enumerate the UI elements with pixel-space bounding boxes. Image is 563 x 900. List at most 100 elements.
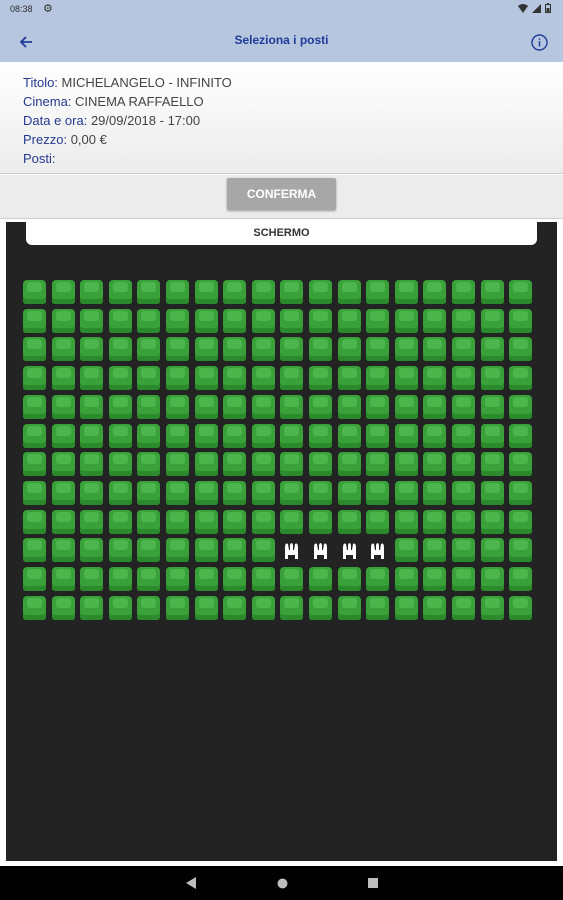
seat-available[interactable] <box>338 481 361 505</box>
seat-available[interactable] <box>223 337 246 361</box>
seat-available[interactable] <box>137 280 160 304</box>
seat-available[interactable] <box>80 510 103 534</box>
seat-available[interactable] <box>23 510 46 534</box>
seat-available[interactable] <box>423 481 446 505</box>
seat-available[interactable] <box>452 538 475 562</box>
confirm-button[interactable]: CONFERMA <box>227 178 336 210</box>
seat-available[interactable] <box>481 538 504 562</box>
seat-available[interactable] <box>252 337 275 361</box>
seat-available[interactable] <box>252 280 275 304</box>
seat-available[interactable] <box>280 452 303 476</box>
seat-available[interactable] <box>309 452 332 476</box>
seat-available[interactable] <box>109 424 132 448</box>
seat-available[interactable] <box>280 280 303 304</box>
seat-available[interactable] <box>395 337 418 361</box>
seat-available[interactable] <box>195 424 218 448</box>
seat-available[interactable] <box>481 280 504 304</box>
seat-available[interactable] <box>252 481 275 505</box>
seat-available[interactable] <box>23 481 46 505</box>
seat-available[interactable] <box>509 510 532 534</box>
nav-recents-button[interactable] <box>365 875 381 891</box>
seat-available[interactable] <box>452 424 475 448</box>
seat-available[interactable] <box>481 395 504 419</box>
seat-available[interactable] <box>195 567 218 591</box>
seat-available[interactable] <box>109 452 132 476</box>
seat-available[interactable] <box>166 280 189 304</box>
seat-available[interactable] <box>52 309 75 333</box>
seat-available[interactable] <box>309 567 332 591</box>
seat-available[interactable] <box>481 424 504 448</box>
seat-available[interactable] <box>509 337 532 361</box>
seat-available[interactable] <box>366 452 389 476</box>
seat-available[interactable] <box>52 510 75 534</box>
seat-available[interactable] <box>52 280 75 304</box>
seat-available[interactable] <box>309 481 332 505</box>
seat-available[interactable] <box>223 452 246 476</box>
seat-available[interactable] <box>137 309 160 333</box>
seat-available[interactable] <box>309 337 332 361</box>
seat-available[interactable] <box>395 280 418 304</box>
seat-available[interactable] <box>366 395 389 419</box>
seat-available[interactable] <box>223 510 246 534</box>
seat-available[interactable] <box>223 395 246 419</box>
seat-available[interactable] <box>423 337 446 361</box>
seat-available[interactable] <box>423 366 446 390</box>
seat-available[interactable] <box>137 481 160 505</box>
seat-available[interactable] <box>452 567 475 591</box>
seat-available[interactable] <box>366 567 389 591</box>
seat-available[interactable] <box>481 510 504 534</box>
seat-available[interactable] <box>252 395 275 419</box>
seat-available[interactable] <box>338 309 361 333</box>
seat-available[interactable] <box>481 337 504 361</box>
seat-available[interactable] <box>23 280 46 304</box>
seat-available[interactable] <box>137 567 160 591</box>
seat-available[interactable] <box>252 510 275 534</box>
seat-available[interactable] <box>338 424 361 448</box>
seat-available[interactable] <box>481 481 504 505</box>
seat-available[interactable] <box>509 452 532 476</box>
seat-available[interactable] <box>109 309 132 333</box>
seat-available[interactable] <box>23 309 46 333</box>
seat-available[interactable] <box>137 424 160 448</box>
seat-available[interactable] <box>481 366 504 390</box>
seat-available[interactable] <box>366 280 389 304</box>
seat-available[interactable] <box>452 481 475 505</box>
seat-available[interactable] <box>166 366 189 390</box>
seat-available[interactable] <box>366 424 389 448</box>
seat-available[interactable] <box>23 337 46 361</box>
seat-available[interactable] <box>309 424 332 448</box>
seat-available[interactable] <box>395 538 418 562</box>
seat-available[interactable] <box>137 366 160 390</box>
seat-available[interactable] <box>109 596 132 620</box>
seat-available[interactable] <box>366 596 389 620</box>
seat-available[interactable] <box>395 424 418 448</box>
seat-available[interactable] <box>338 337 361 361</box>
seat-available[interactable] <box>252 452 275 476</box>
seat-available[interactable] <box>280 337 303 361</box>
seat-available[interactable] <box>166 424 189 448</box>
seat-available[interactable] <box>509 538 532 562</box>
seat-available[interactable] <box>252 538 275 562</box>
seat-available[interactable] <box>223 424 246 448</box>
seat-available[interactable] <box>309 596 332 620</box>
seat-available[interactable] <box>137 395 160 419</box>
seat-available[interactable] <box>166 596 189 620</box>
seat-available[interactable] <box>338 280 361 304</box>
seat-available[interactable] <box>309 395 332 419</box>
seat-available[interactable] <box>280 309 303 333</box>
seat-available[interactable] <box>195 395 218 419</box>
seat-available[interactable] <box>23 596 46 620</box>
seat-available[interactable] <box>338 596 361 620</box>
seat-available[interactable] <box>395 395 418 419</box>
seat-available[interactable] <box>195 510 218 534</box>
seat-available[interactable] <box>109 481 132 505</box>
seat-available[interactable] <box>280 395 303 419</box>
seat-available[interactable] <box>137 538 160 562</box>
seat-available[interactable] <box>280 366 303 390</box>
seat-available[interactable] <box>395 567 418 591</box>
seat-available[interactable] <box>109 395 132 419</box>
seat-available[interactable] <box>280 510 303 534</box>
seat-available[interactable] <box>80 280 103 304</box>
seat-available[interactable] <box>137 596 160 620</box>
seat-available[interactable] <box>109 567 132 591</box>
